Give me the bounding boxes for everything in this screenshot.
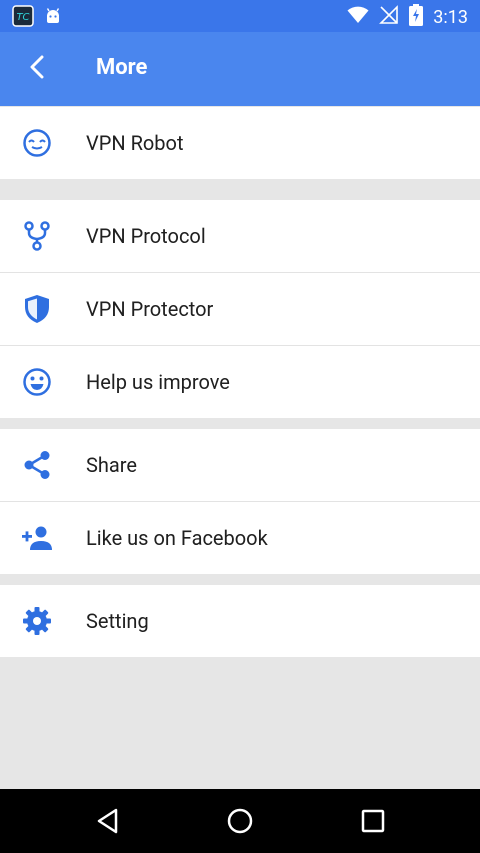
menu-item-label: Share: [86, 453, 137, 477]
menu-item-setting[interactable]: Setting: [0, 585, 480, 657]
chevron-left-icon: [29, 55, 45, 83]
gear-icon: [20, 604, 54, 638]
menu-group-3: Share Like us on Facebook: [0, 429, 480, 574]
home-circle-icon: [226, 807, 254, 839]
robot-face-icon: [20, 126, 54, 160]
menu-item-label: Setting: [86, 609, 149, 633]
share-icon: [20, 448, 54, 482]
menu-item-label: VPN Protocol: [86, 224, 206, 248]
nav-home-button[interactable]: [222, 805, 258, 841]
navigation-bar: [0, 789, 480, 853]
nav-back-button[interactable]: [90, 805, 126, 841]
menu-group-2: VPN Protocol VPN Protector Help us impro…: [0, 200, 480, 418]
menu-item-help-us-improve[interactable]: Help us improve: [0, 346, 480, 418]
shield-icon: [20, 292, 54, 326]
nav-recents-button[interactable]: [355, 805, 391, 841]
status-bar: TC 3:13: [0, 0, 480, 32]
menu-item-vpn-protector[interactable]: VPN Protector: [0, 273, 480, 346]
menu-group-1: VPN Robot: [0, 107, 480, 179]
menu-item-label: Like us on Facebook: [86, 526, 268, 550]
fork-icon: [20, 219, 54, 253]
menu-item-label: VPN Protector: [86, 297, 214, 321]
status-time: 3:13: [433, 6, 468, 28]
menu-item-like-facebook[interactable]: Like us on Facebook: [0, 502, 480, 574]
menu-item-vpn-robot[interactable]: VPN Robot: [0, 107, 480, 179]
app-bar: More: [0, 32, 480, 106]
tc-app-icon: TC: [12, 5, 34, 31]
page-title: More: [96, 55, 148, 80]
wifi-icon: [347, 6, 369, 28]
back-triangle-icon: [95, 807, 121, 839]
menu-item-label: VPN Robot: [86, 131, 184, 155]
menu-item-vpn-protocol[interactable]: VPN Protocol: [0, 200, 480, 273]
back-button[interactable]: [20, 50, 54, 88]
battery-charging-icon: [409, 4, 424, 30]
recents-square-icon: [360, 808, 386, 838]
svg-text:TC: TC: [16, 12, 29, 23]
no-signal-icon: [379, 5, 399, 29]
menu-group-4: Setting: [0, 585, 480, 657]
android-icon: [44, 7, 62, 29]
add-person-icon: [20, 521, 54, 555]
smiley-icon: [20, 365, 54, 399]
menu-item-share[interactable]: Share: [0, 429, 480, 502]
menu-item-label: Help us improve: [86, 370, 230, 394]
